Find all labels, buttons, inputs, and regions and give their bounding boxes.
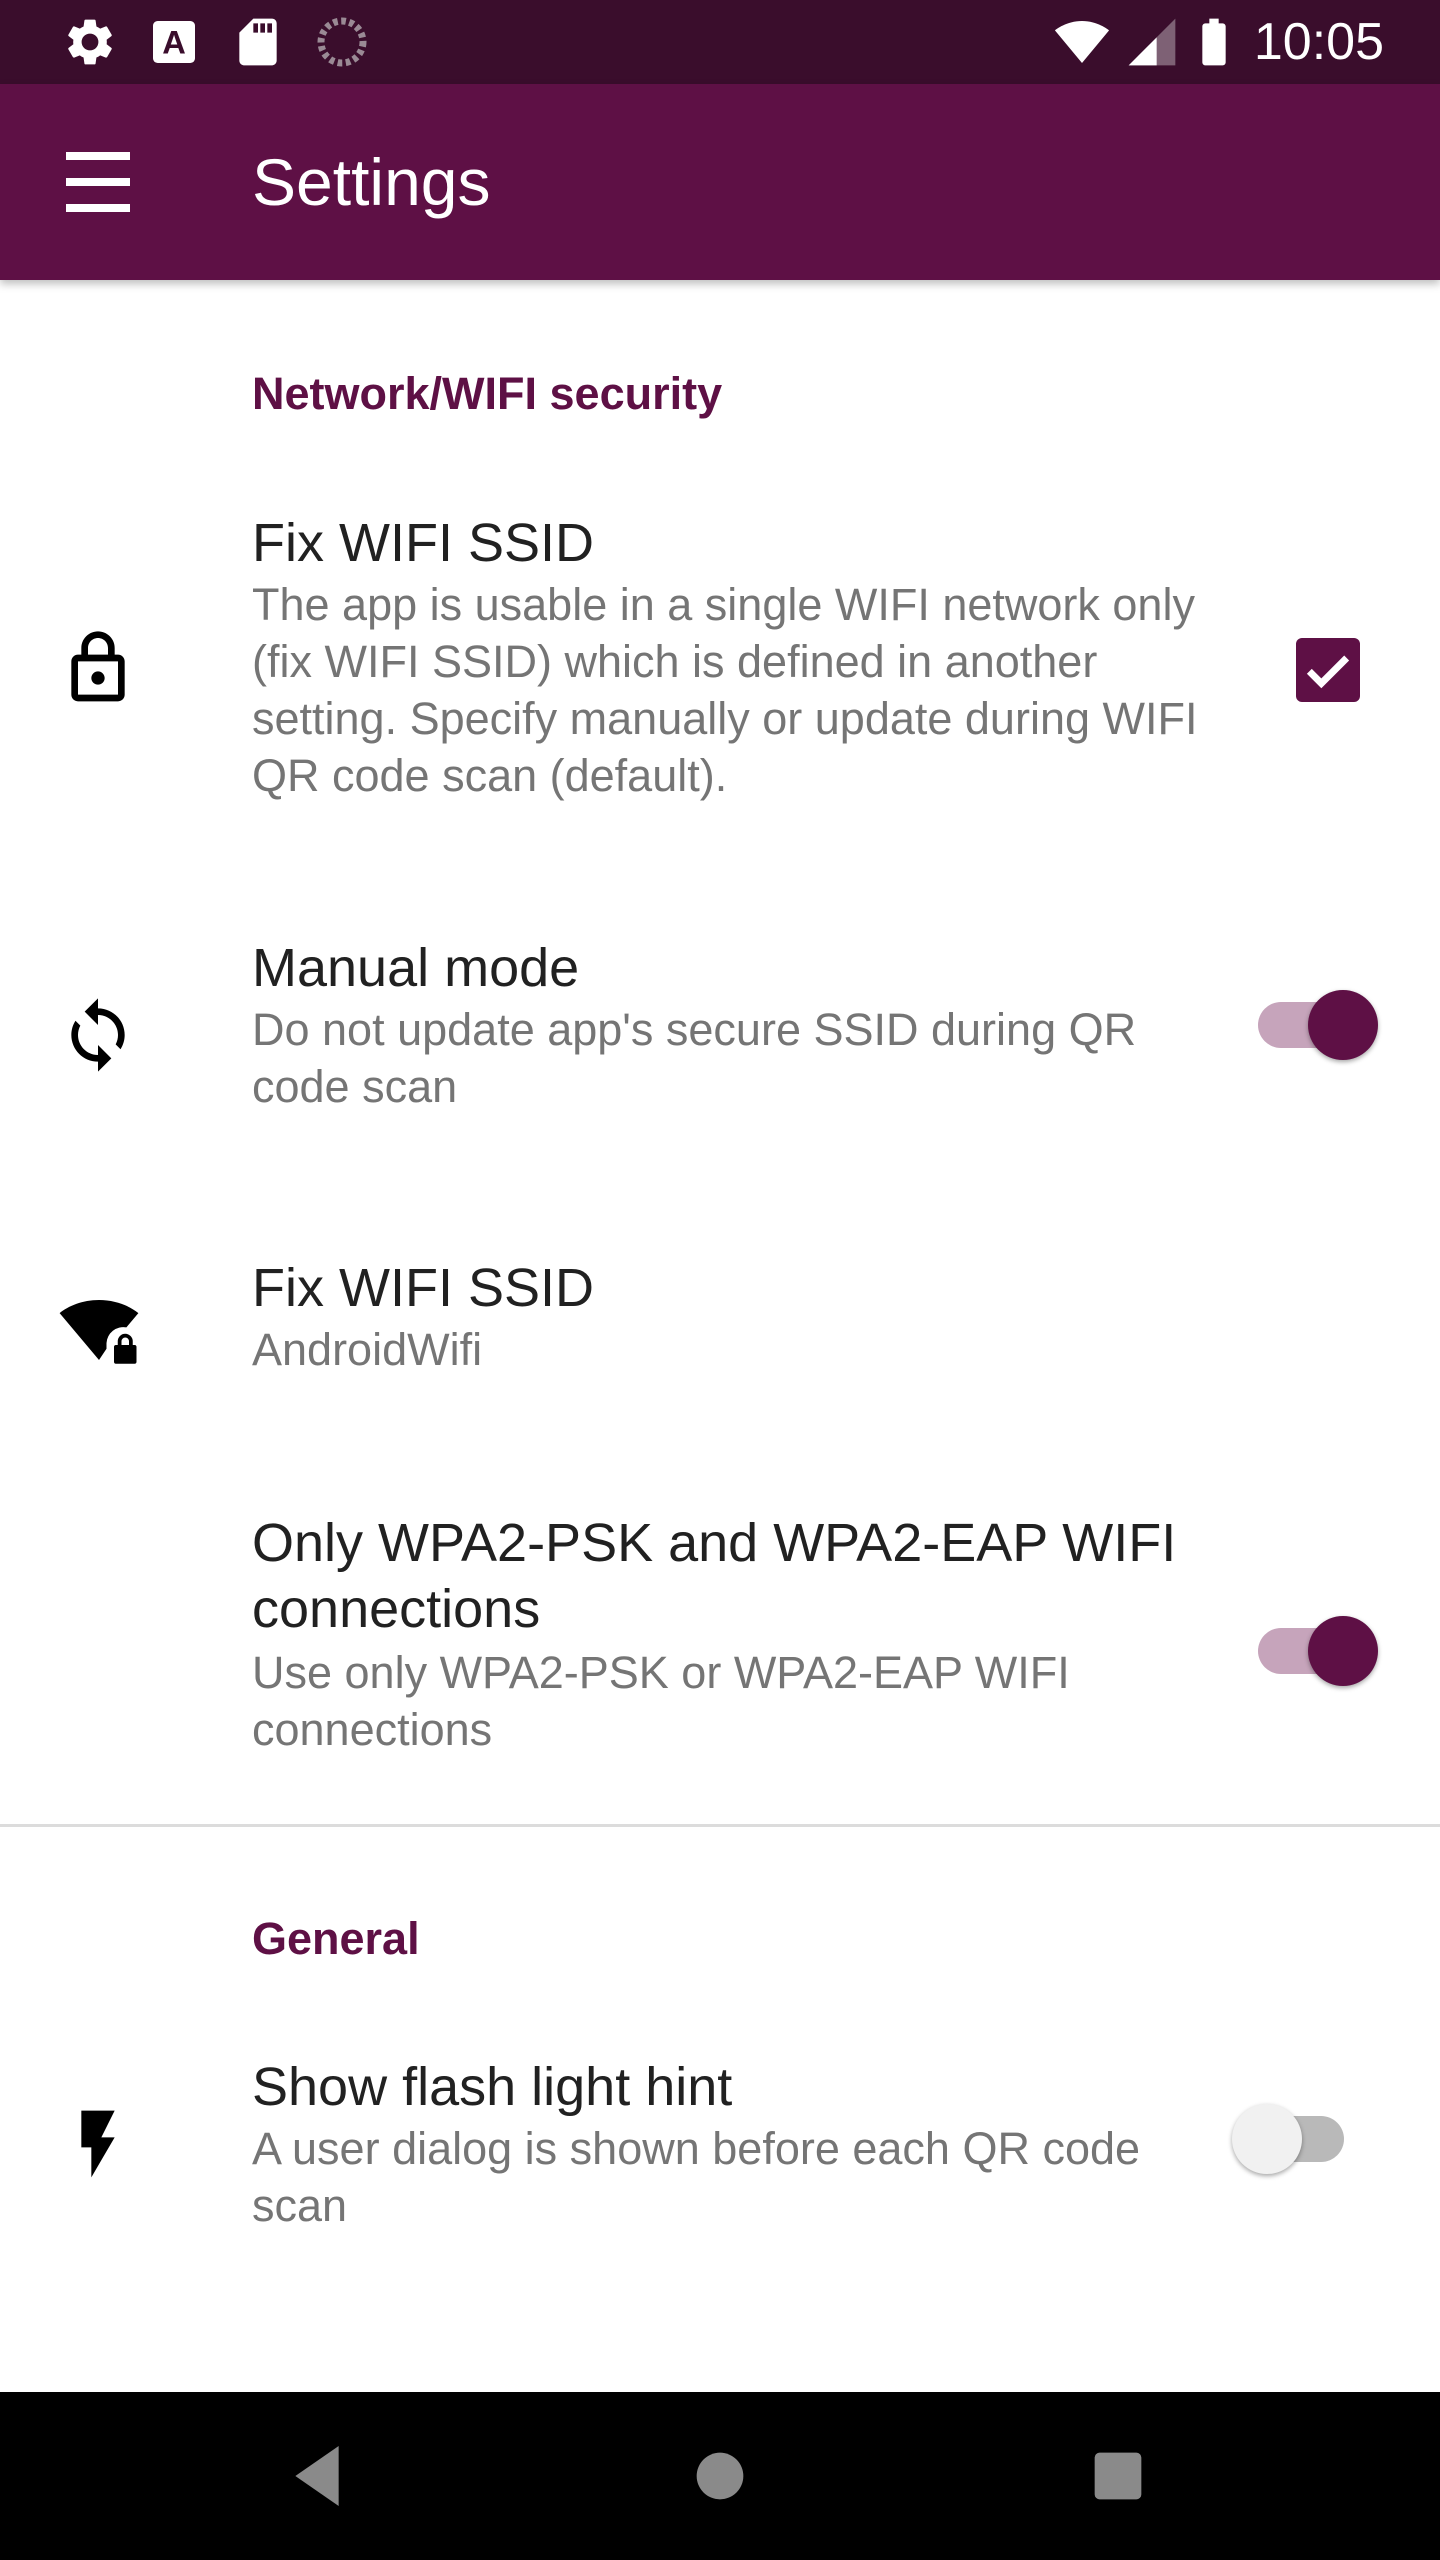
pref-summary: A user dialog is shown before each QR co…	[252, 2123, 1141, 2231]
check-icon	[1306, 655, 1350, 689]
pref-summary: Do not update app's secure SSID during Q…	[252, 1004, 1137, 1112]
lock-icon	[71, 631, 125, 702]
settings-list[interactable]: Network/WIFI security Fix WIFI SSID The …	[0, 280, 1440, 2392]
wifi-signal-icon	[1054, 21, 1110, 63]
switch-thumb	[1308, 990, 1378, 1060]
clock-time: 10:05	[1253, 13, 1384, 71]
pref-title: Manual mode	[252, 938, 580, 998]
only-wpa2-switch[interactable]	[1250, 1606, 1378, 1686]
status-bar: A 10:05	[0, 0, 1440, 84]
switch-thumb	[1308, 1616, 1378, 1686]
page-title: Settings	[252, 145, 491, 219]
back-icon[interactable]	[282, 2436, 362, 2516]
switch-thumb	[1232, 2104, 1302, 2174]
app-bar: Settings	[0, 84, 1440, 280]
wifi-lock-icon	[59, 1300, 139, 1364]
font-icon: A	[153, 21, 195, 63]
pref-manual-mode[interactable]: Manual mode Do not update app's secure S…	[0, 935, 1440, 1135]
cell-signal-icon	[1128, 18, 1176, 66]
pref-title: Show flash light hint	[252, 2057, 733, 2117]
section-header-network: Network/WIFI security	[252, 368, 723, 419]
pref-only-wpa2[interactable]: Only WPA2-PSK and WPA2-EAP WIFI connecti…	[0, 1510, 1440, 1770]
battery-icon	[1202, 18, 1226, 66]
pref-title: Only WPA2-PSK and WPA2-EAP WIFI connecti…	[252, 1513, 1177, 1639]
sd-card-icon	[239, 18, 277, 66]
manual-mode-switch[interactable]	[1250, 980, 1378, 1060]
gear-icon	[68, 19, 112, 65]
pref-summary: AndroidWifi	[252, 1324, 483, 1375]
pref-flash-light-hint[interactable]: Show flash light hint A user dialog is s…	[0, 2054, 1440, 2254]
flash-icon	[81, 2110, 115, 2178]
sync-icon	[71, 998, 125, 1072]
flash-hint-switch[interactable]	[1232, 2094, 1352, 2174]
home-icon[interactable]	[680, 2436, 760, 2516]
navigation-bar	[0, 2392, 1440, 2560]
svg-text:A: A	[162, 24, 186, 61]
pref-title: Fix WIFI SSID	[252, 1258, 594, 1318]
hamburger-menu-icon[interactable]	[50, 144, 146, 220]
section-header-general: General	[252, 1913, 420, 1964]
recents-icon[interactable]	[1078, 2436, 1158, 2516]
pref-fix-wifi-ssid-value[interactable]: Fix WIFI SSID AndroidWifi	[0, 1255, 1440, 1395]
pref-fix-wifi-ssid[interactable]: Fix WIFI SSID The app is usable in a sin…	[0, 510, 1440, 910]
pref-title: Fix WIFI SSID	[252, 513, 594, 573]
section-divider	[0, 1824, 1440, 1827]
sync-circle-icon	[317, 17, 367, 67]
pref-summary: The app is usable in a single WIFI netwo…	[252, 579, 1198, 801]
fix-ssid-checkbox[interactable]	[1296, 638, 1360, 702]
pref-summary: Use only WPA2-PSK or WPA2-EAP WIFI conne…	[252, 1647, 1070, 1755]
